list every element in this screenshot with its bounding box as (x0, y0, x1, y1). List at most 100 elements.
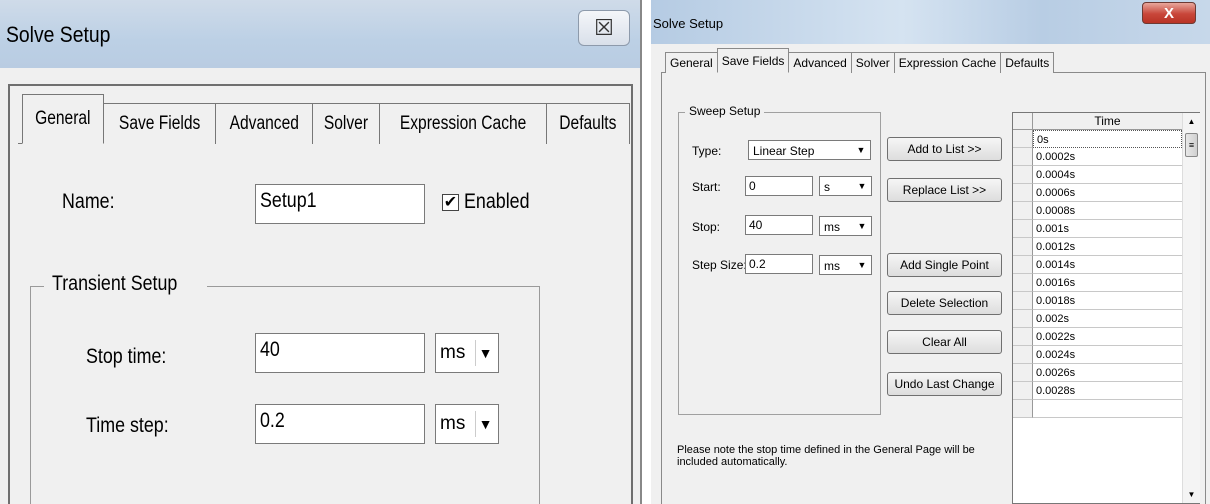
table-row[interactable]: 0.0014s (1013, 256, 1182, 274)
time-cell[interactable]: 0.0014s (1033, 256, 1182, 274)
start-unit-select[interactable]: s ▼ (819, 176, 872, 196)
left-solve-setup-dialog: Solve Setup ☒ General Save Fields Advanc… (0, 0, 640, 504)
table-row[interactable]: 0.0004s (1013, 166, 1182, 184)
table-vertical-scrollbar[interactable]: ▲ ≡ ▼ (1182, 113, 1200, 503)
stop-unit-select[interactable]: ms ▼ (819, 216, 872, 236)
time-cell[interactable]: 0.0024s (1033, 346, 1182, 364)
tab-save-fields[interactable]: Save Fields (102, 103, 216, 144)
unit-value: s (824, 180, 830, 194)
row-header[interactable] (1013, 130, 1033, 148)
start-input[interactable]: 0 (745, 176, 813, 196)
time-cell[interactable]: 0.0006s (1033, 184, 1182, 202)
scroll-down-icon[interactable]: ▼ (1183, 486, 1200, 503)
right-dialog-title: Solve Setup (653, 16, 724, 31)
clear-all-button[interactable]: Clear All (887, 330, 1002, 354)
row-header[interactable] (1013, 274, 1033, 292)
row-header[interactable] (1013, 364, 1033, 382)
stop-input[interactable]: 40 (745, 215, 813, 235)
time-cell[interactable]: 0.002s (1033, 310, 1182, 328)
right-close-button[interactable]: X (1142, 2, 1196, 24)
time-step-label: Time step: (86, 414, 169, 437)
enabled-checkbox[interactable]: ✔ (442, 194, 459, 211)
tab-defaults[interactable]: Defaults (546, 103, 631, 144)
table-row[interactable]: 0.001s (1013, 220, 1182, 238)
scroll-up-icon[interactable]: ▲ (1183, 113, 1200, 130)
divider-line (640, 0, 642, 504)
row-header[interactable] (1013, 346, 1033, 364)
step-size-unit-select[interactable]: ms ▼ (819, 255, 872, 275)
stop-time-input[interactable]: 40 (255, 333, 425, 373)
add-to-list-button[interactable]: Add to List >> (887, 137, 1002, 161)
tab-expression-cache[interactable]: Expression Cache (893, 52, 1002, 73)
tab-advanced[interactable]: Advanced (214, 103, 314, 144)
row-header[interactable] (1013, 382, 1033, 400)
name-input[interactable]: Setup1 (255, 184, 425, 224)
row-header[interactable] (1013, 256, 1033, 274)
table-row[interactable]: 0.0022s (1013, 328, 1182, 346)
time-cell[interactable]: 0.0026s (1033, 364, 1182, 382)
time-cell[interactable]: 0.0008s (1033, 202, 1182, 220)
time-cell[interactable]: 0.0016s (1033, 274, 1182, 292)
time-cell[interactable]: 0.0018s (1033, 292, 1182, 310)
table-row[interactable]: 0.0006s (1013, 184, 1182, 202)
row-header[interactable] (1013, 220, 1033, 238)
table-row[interactable] (1013, 400, 1182, 418)
row-header-corner (1013, 113, 1033, 130)
row-header[interactable] (1013, 148, 1033, 166)
time-cell[interactable]: 0.0002s (1033, 148, 1182, 166)
row-header[interactable] (1013, 202, 1033, 220)
left-close-button[interactable]: ☒ (578, 10, 630, 46)
tab-defaults[interactable]: Defaults (1000, 52, 1055, 73)
time-points-table[interactable]: Time 0s 0.0002s 0.0004s 0.0006s 0.0008s 0.001… (1012, 112, 1200, 504)
chevron-down-icon: ▼ (857, 260, 867, 270)
add-single-point-button[interactable]: Add Single Point (887, 253, 1002, 277)
delete-selection-button[interactable]: Delete Selection (887, 291, 1002, 315)
time-cell[interactable] (1033, 400, 1182, 418)
step-size-input[interactable]: 0.2 (745, 254, 813, 274)
row-header[interactable] (1013, 166, 1033, 184)
row-header[interactable] (1013, 400, 1033, 418)
table-row[interactable]: 0.002s (1013, 310, 1182, 328)
stop-time-label: Stop time: (86, 345, 167, 368)
table-row[interactable]: 0s (1013, 130, 1182, 148)
row-header[interactable] (1013, 184, 1033, 202)
table-row[interactable]: 0.0026s (1013, 364, 1182, 382)
tab-solver[interactable]: Solver (312, 103, 381, 144)
table-row[interactable]: 0.0008s (1013, 202, 1182, 220)
right-tab-strip: General Save Fields Advanced Solver Expr… (665, 48, 1055, 73)
enabled-label: Enabled (464, 190, 530, 213)
table-row[interactable]: 0.0002s (1013, 148, 1182, 166)
screenshot-divider (640, 0, 651, 504)
tab-expression-cache[interactable]: Expression Cache (379, 103, 548, 144)
table-row[interactable]: 0.0028s (1013, 382, 1182, 400)
time-cell[interactable]: 0s (1033, 130, 1182, 148)
row-header[interactable] (1013, 292, 1033, 310)
table-row[interactable]: 0.0016s (1013, 274, 1182, 292)
row-header[interactable] (1013, 238, 1033, 256)
tab-save-fields[interactable]: Save Fields (716, 48, 790, 73)
table-row[interactable]: 0.0024s (1013, 346, 1182, 364)
time-cell[interactable]: 0.0028s (1033, 382, 1182, 400)
scroll-thumb[interactable]: ≡ (1185, 133, 1198, 157)
table-row[interactable]: 0.0018s (1013, 292, 1182, 310)
time-column-header: Time (1033, 113, 1182, 130)
tab-general[interactable]: General (665, 52, 718, 73)
tab-label: Solver (324, 113, 369, 134)
tab-solver[interactable]: Solver (850, 52, 895, 73)
table-row[interactable]: 0.0012s (1013, 238, 1182, 256)
type-select[interactable]: Linear Step ▼ (748, 140, 871, 160)
time-cell[interactable]: 0.0004s (1033, 166, 1182, 184)
time-step-unit-select[interactable]: ms ▼ (435, 404, 499, 444)
row-header[interactable] (1013, 328, 1033, 346)
time-cell[interactable]: 0.001s (1033, 220, 1182, 238)
tab-general[interactable]: General (22, 94, 104, 144)
time-cell[interactable]: 0.0012s (1033, 238, 1182, 256)
stop-time-unit-select[interactable]: ms ▼ (435, 333, 499, 373)
replace-list-button[interactable]: Replace List >> (887, 178, 1002, 202)
time-step-input[interactable]: 0.2 (255, 404, 425, 444)
row-header[interactable] (1013, 310, 1033, 328)
undo-last-change-button[interactable]: Undo Last Change (887, 372, 1002, 396)
tab-advanced[interactable]: Advanced (788, 52, 852, 73)
time-cell[interactable]: 0.0022s (1033, 328, 1182, 346)
checkmark-icon: ✔ (443, 194, 458, 211)
